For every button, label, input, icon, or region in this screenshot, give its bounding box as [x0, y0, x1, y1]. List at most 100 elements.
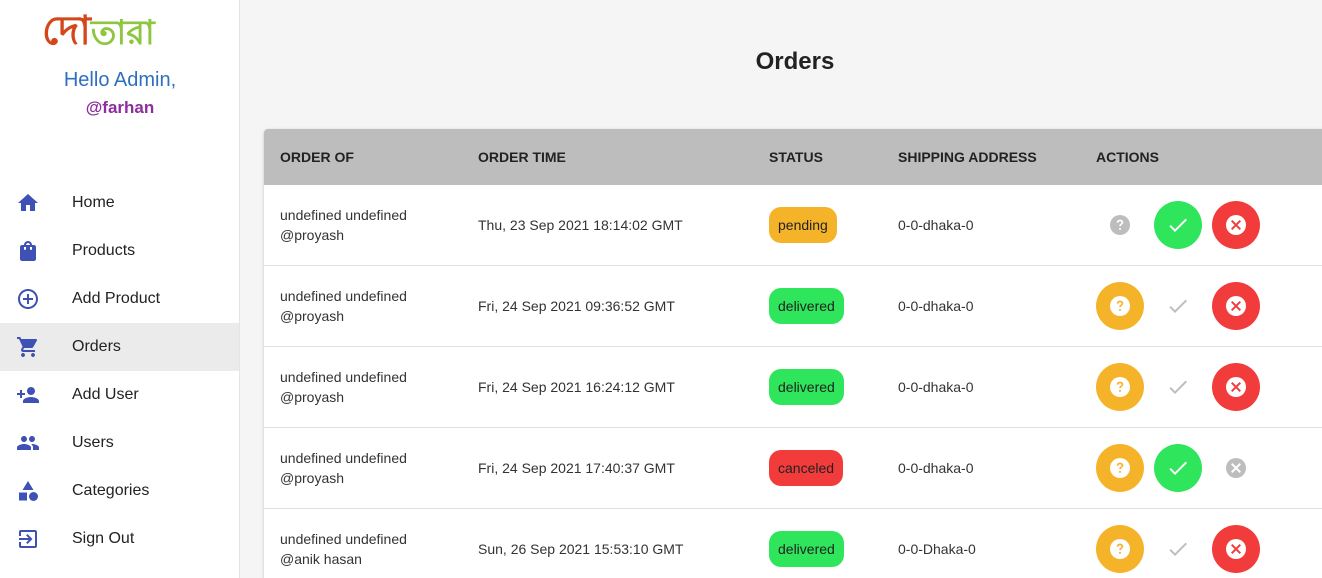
mark-delivered-button[interactable]	[1154, 363, 1202, 411]
customer-username: @proyash	[280, 227, 345, 243]
cancel-icon	[1226, 377, 1246, 397]
sidebar-item-label: Orders	[72, 338, 121, 355]
header-order-time: Order Time	[478, 149, 566, 165]
sidebar-item-label: Users	[72, 434, 114, 451]
mark-canceled-button[interactable]	[1212, 444, 1260, 492]
customer-username: @proyash	[280, 470, 345, 486]
sign-out-icon	[0, 527, 72, 551]
cancel-icon	[1226, 539, 1246, 559]
people-icon	[0, 431, 72, 455]
brand-logo[interactable]: দো তারা	[42, 6, 155, 54]
sidebar-item-add-product[interactable]: Add Product	[0, 275, 239, 323]
sidebar-item-add-user[interactable]: Add User	[0, 371, 239, 419]
sidebar-item-categories[interactable]: Categories	[0, 467, 239, 515]
mark-canceled-button[interactable]	[1212, 525, 1260, 573]
logo-text-part1: দো	[42, 8, 91, 54]
order-of-cell: undefined undefined @proyash	[280, 367, 470, 407]
status-cell: pending	[769, 207, 837, 243]
help-icon	[1110, 377, 1130, 397]
shipping-address-cell: 0-0-dhaka-0	[898, 217, 974, 233]
help-icon	[1110, 539, 1130, 559]
cancel-icon	[1226, 296, 1246, 316]
mark-pending-button[interactable]	[1096, 282, 1144, 330]
cancel-icon	[1226, 458, 1246, 478]
mark-pending-button[interactable]	[1096, 201, 1144, 249]
mark-pending-button[interactable]	[1096, 363, 1144, 411]
shipping-address-cell: 0-0-Dhaka-0	[898, 541, 976, 557]
status-badge: delivered	[769, 531, 844, 567]
cancel-icon	[1226, 215, 1246, 235]
sidebar-item-label: Add Product	[72, 290, 161, 307]
mark-pending-button[interactable]	[1096, 525, 1144, 573]
add-circle-icon	[0, 287, 72, 311]
admin-handle: @farhan	[85, 98, 155, 117]
status-badge: delivered	[769, 288, 844, 324]
help-icon	[1110, 296, 1130, 316]
order-of-cell: undefined undefined @proyash	[280, 205, 470, 245]
home-icon	[0, 191, 72, 215]
sidebar: দো তারা Hello Admin, @farhan Home Products…	[0, 0, 240, 578]
order-time-cell: Fri, 24 Sep 2021 17:40:37 GMT	[478, 460, 675, 476]
sidebar-item-sign-out[interactable]: Sign Out	[0, 515, 239, 563]
customer-name: undefined undefined	[280, 450, 407, 466]
logo-text-part2: তারা	[90, 13, 155, 53]
order-time-cell: Fri, 24 Sep 2021 09:36:52 GMT	[478, 298, 675, 314]
sidebar-item-label: Products	[72, 242, 136, 259]
header-order-of: Order Of	[280, 149, 354, 165]
table-row: undefined undefined @proyash Thu, 23 Sep 2…	[264, 185, 1322, 266]
mark-delivered-button[interactable]	[1154, 201, 1202, 249]
mark-canceled-button[interactable]	[1212, 282, 1260, 330]
header-shipping-address: Shipping Address	[898, 149, 1037, 165]
shipping-address-cell: 0-0-dhaka-0	[898, 379, 974, 395]
actions-cell	[1096, 363, 1270, 411]
sidebar-item-home[interactable]: Home	[0, 179, 239, 227]
table-row: undefined undefined @proyash Fri, 24 Sep 2…	[264, 347, 1322, 428]
sidebar-item-label: Sign Out	[72, 530, 135, 547]
status-badge: pending	[769, 207, 837, 243]
sidebar-item-label: Categories	[72, 482, 150, 499]
order-time-cell: Thu, 23 Sep 2021 18:14:02 GMT	[478, 217, 683, 233]
greeting-text: Hello Admin,	[63, 69, 177, 91]
sidebar-item-label: Add User	[72, 386, 139, 403]
shipping-address-cell: 0-0-dhaka-0	[898, 298, 974, 314]
table-row: undefined undefined @proyash Fri, 24 Sep 2…	[264, 266, 1322, 347]
sidebar-nav: Home Products Add Product Orders Add User Use…	[0, 179, 239, 563]
customer-username: @anik hasan	[280, 551, 362, 567]
mark-canceled-button[interactable]	[1212, 363, 1260, 411]
status-cell: delivered	[769, 531, 844, 567]
sidebar-item-products[interactable]: Products	[0, 227, 239, 275]
mark-delivered-button[interactable]	[1154, 444, 1202, 492]
table-header: Order Of Order Time Status Shipping Addr…	[264, 129, 1322, 185]
order-of-cell: undefined undefined @proyash	[280, 448, 470, 488]
table-body: undefined undefined @proyash Thu, 23 Sep 2…	[264, 185, 1322, 578]
status-cell: delivered	[769, 369, 844, 405]
shipping-address-cell: 0-0-dhaka-0	[898, 460, 974, 476]
customer-name: undefined undefined	[280, 369, 407, 385]
status-badge: canceled	[769, 450, 844, 486]
page-title: Orders	[755, 48, 835, 75]
check-icon	[1169, 299, 1187, 313]
help-icon	[1110, 458, 1130, 478]
mark-delivered-button[interactable]	[1154, 282, 1202, 330]
customer-name: undefined undefined	[280, 531, 407, 547]
sidebar-item-label: Home	[72, 194, 115, 211]
sidebar-item-users[interactable]: Users	[0, 419, 239, 467]
category-icon	[0, 479, 72, 503]
check-icon	[1169, 542, 1187, 556]
table-row: undefined undefined @anik hasan Sun, 26 Se…	[264, 509, 1322, 578]
order-of-cell: undefined undefined @proyash	[280, 286, 470, 326]
mark-delivered-button[interactable]	[1154, 525, 1202, 573]
actions-cell	[1096, 282, 1270, 330]
check-icon	[1169, 380, 1187, 394]
mark-canceled-button[interactable]	[1212, 201, 1260, 249]
help-icon	[1110, 215, 1130, 235]
sidebar-item-orders[interactable]: Orders	[0, 323, 239, 371]
status-cell: canceled	[769, 450, 844, 486]
order-time-cell: Fri, 24 Sep 2021 16:24:12 GMT	[478, 379, 675, 395]
mark-pending-button[interactable]	[1096, 444, 1144, 492]
order-of-cell: undefined undefined @anik hasan	[280, 529, 470, 569]
actions-cell	[1096, 444, 1270, 492]
customer-name: undefined undefined	[280, 207, 407, 223]
person-add-icon	[0, 383, 72, 407]
actions-cell	[1096, 525, 1270, 573]
